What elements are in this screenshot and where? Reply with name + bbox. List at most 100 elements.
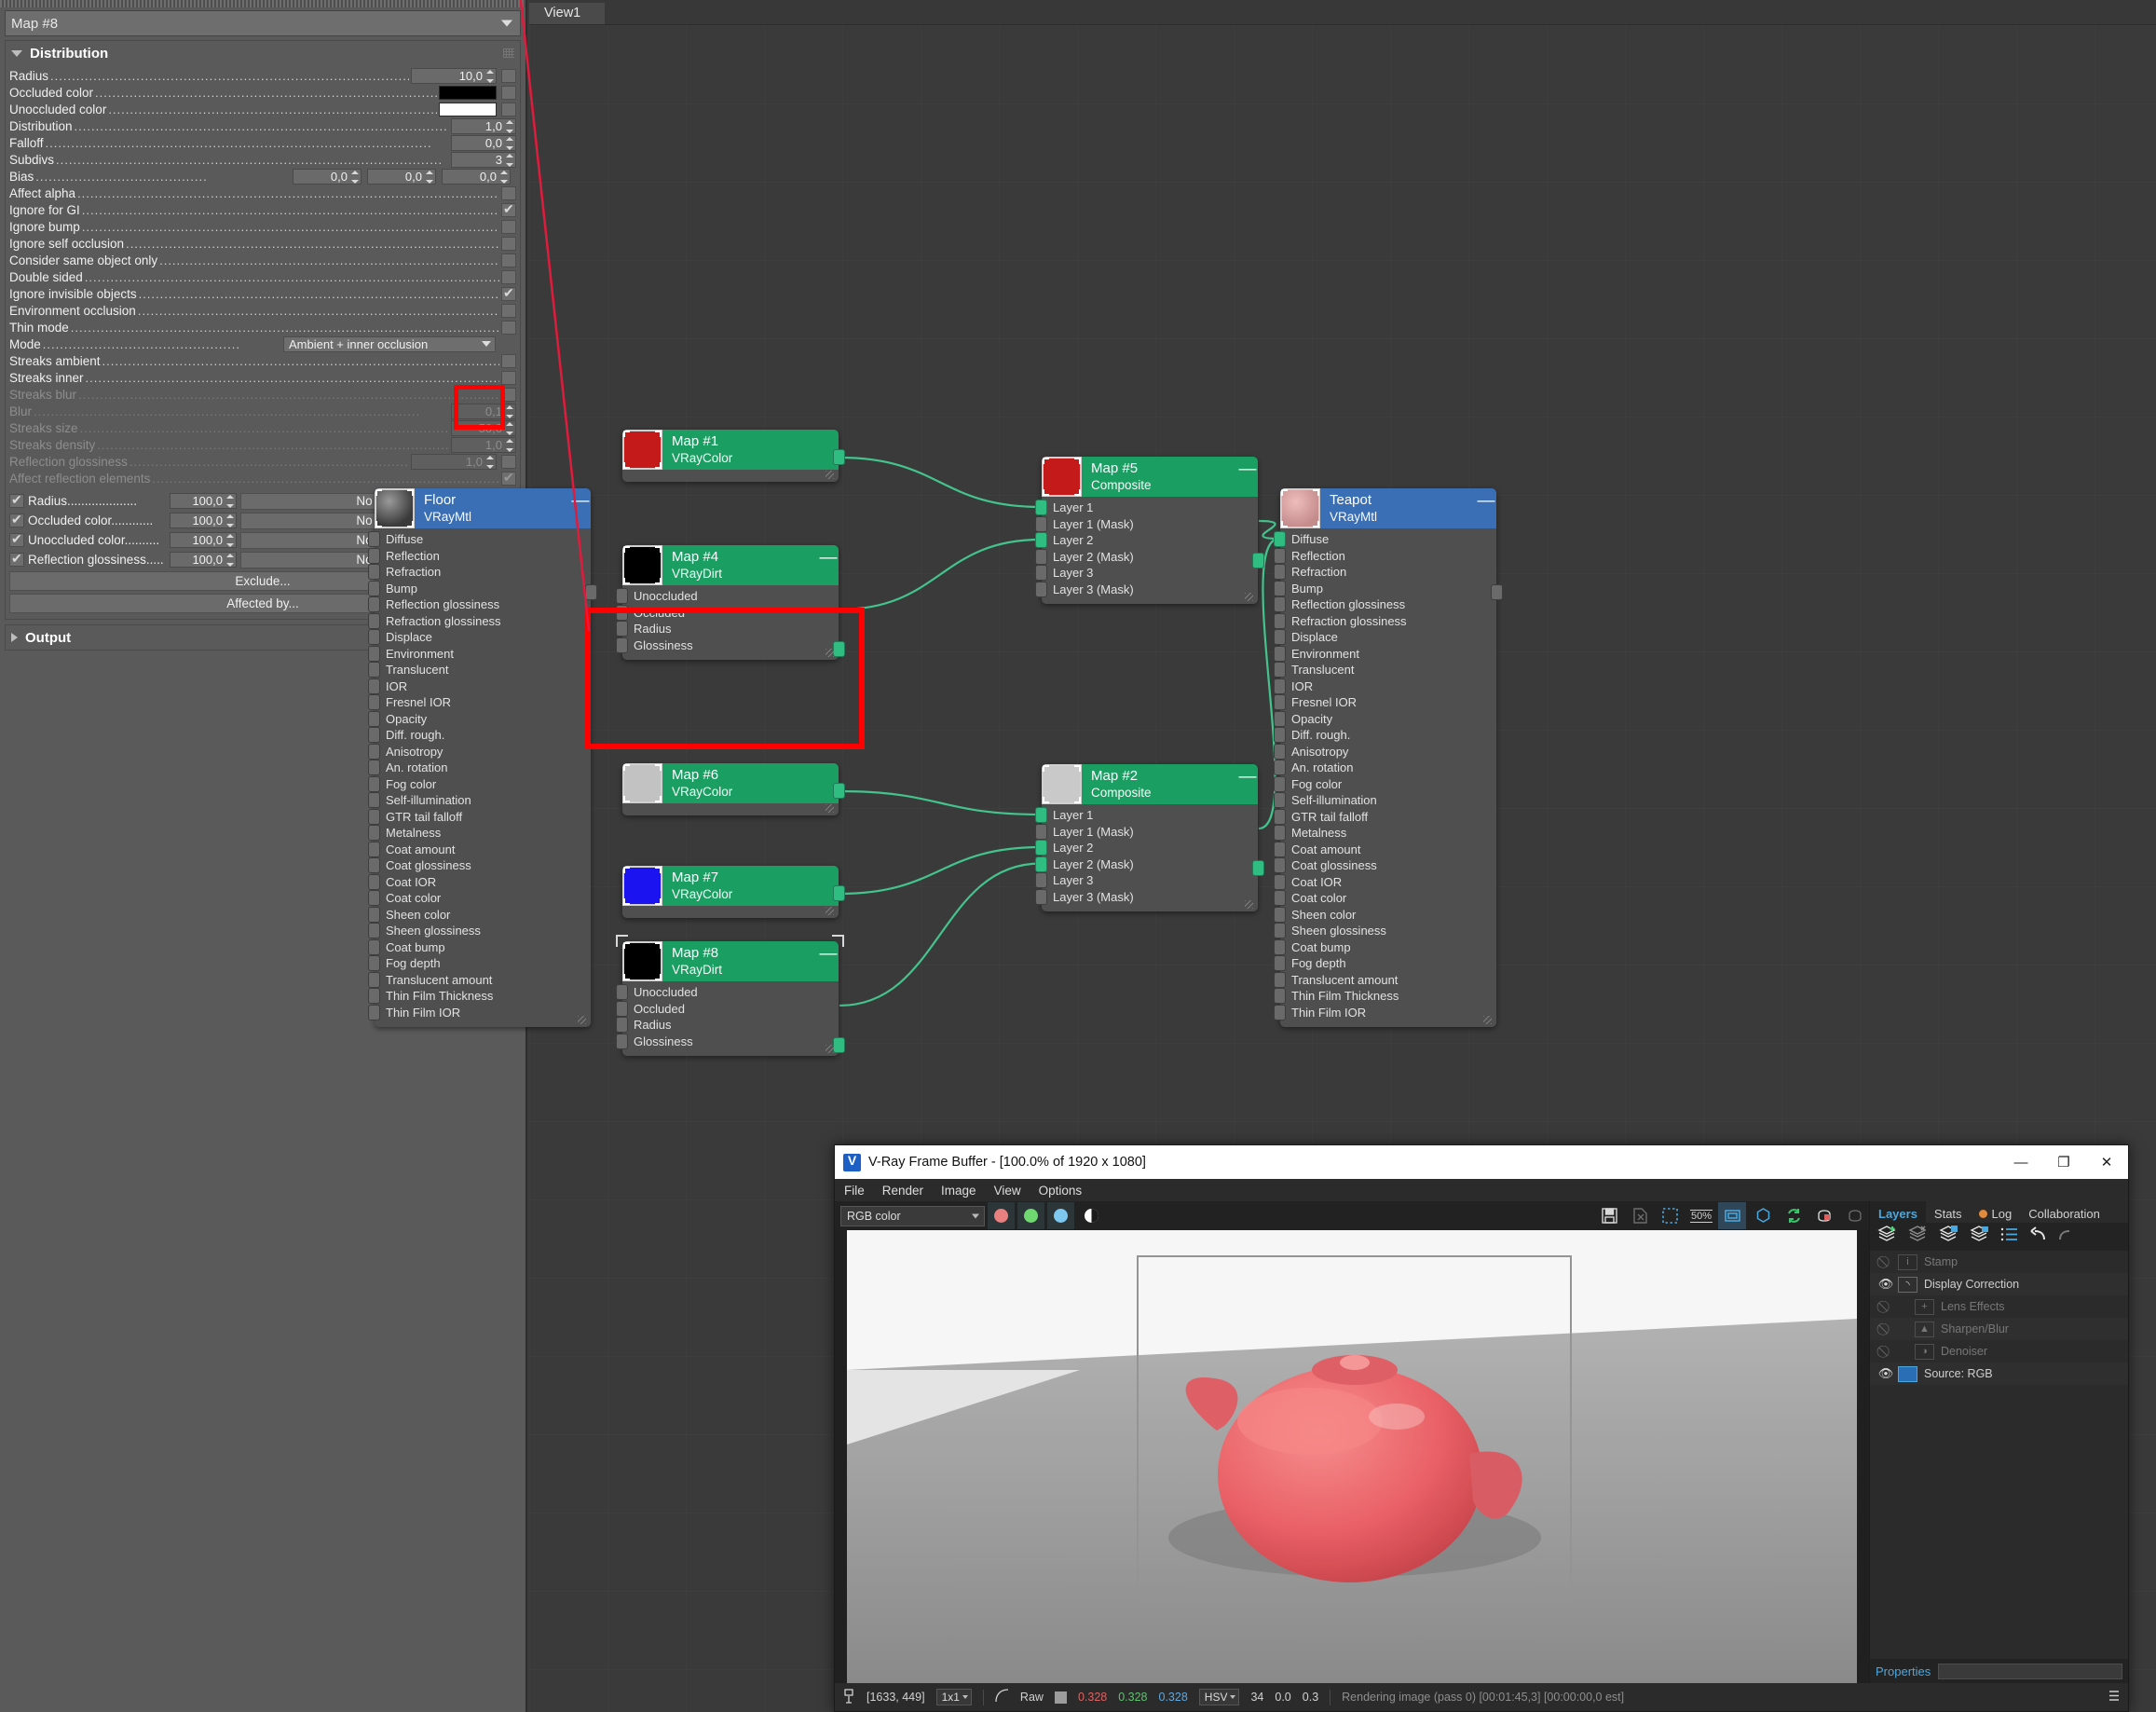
visibility-eye-icon[interactable]: ⃠ (1874, 1322, 1898, 1336)
clear-image-button[interactable] (1626, 1202, 1654, 1229)
node-slot[interactable]: Diff. rough. (375, 727, 591, 744)
node-input-socket[interactable] (368, 662, 380, 678)
node-resize-handle[interactable] (1245, 593, 1253, 601)
visibility-eye-icon[interactable]: ⃠ (1874, 1344, 1898, 1359)
spinner-field[interactable]: 100,0 (170, 552, 237, 568)
node-slot[interactable]: Coat IOR (1280, 874, 1496, 891)
save-image-button[interactable] (1595, 1202, 1623, 1229)
menu-file[interactable]: File (844, 1184, 865, 1198)
node-input-socket[interactable] (368, 792, 380, 808)
node-slot[interactable]: Anisotropy (375, 744, 591, 760)
node-map4[interactable]: Map #4 VRayDirt — Unoccluded Occluded Radius G… (616, 545, 845, 660)
node-input-socket[interactable] (368, 857, 380, 873)
layer-row[interactable]: ⃠ ▲ Sharpen/Blur (1870, 1318, 2128, 1340)
checkbox-affect-reflection-elements[interactable] (501, 470, 516, 486)
node-input-socket[interactable] (368, 1004, 380, 1020)
node-input-socket[interactable] (1274, 825, 1286, 841)
node-slot[interactable]: Thin Film Thickness (1280, 988, 1496, 1005)
node-input-socket[interactable] (368, 938, 380, 955)
spinner-field[interactable]: 1,0 (451, 117, 516, 134)
node-slot[interactable]: Unoccluded (622, 588, 839, 605)
add-layer-icon[interactable] (1877, 1226, 1898, 1248)
node-slot[interactable]: Layer 2 (Mask) (1042, 549, 1258, 566)
menu-options[interactable]: Options (1039, 1184, 1083, 1198)
node-input-socket[interactable] (368, 988, 380, 1004)
node-input-socket[interactable] (1274, 988, 1286, 1004)
channel-select[interactable]: RGB color (840, 1205, 985, 1226)
render-image-area[interactable] (835, 1230, 1869, 1683)
node-map2[interactable]: Map #2 Composite — Layer 1 Layer 1 (Mask) Lay… (1035, 764, 1264, 911)
node-input-socket[interactable] (1274, 906, 1286, 923)
undo-icon[interactable] (2029, 1226, 2047, 1247)
node-resize-handle[interactable] (826, 649, 834, 657)
vfb-tab-collaboration[interactable]: Collaboration (2020, 1201, 2108, 1223)
spinner-arrows-icon[interactable] (485, 69, 494, 83)
node-slot[interactable]: Coat IOR (375, 874, 591, 891)
layer-row[interactable]: ⃠i Stamp (1870, 1251, 2128, 1273)
node-slot[interactable]: Displace (1280, 629, 1496, 646)
node-resize-handle[interactable] (1245, 900, 1253, 909)
node-slot[interactable]: Reflection (1280, 548, 1496, 565)
minimize-button[interactable]: — (1999, 1145, 2042, 1179)
refresh-button[interactable] (1780, 1202, 1808, 1229)
node-slot[interactable]: Coat color (375, 890, 591, 907)
node-input-socket[interactable] (1274, 612, 1286, 629)
spinner-field[interactable]: 100,0 (170, 532, 237, 548)
spinner-arrows-icon[interactable] (225, 554, 234, 567)
node-input-socket[interactable] (368, 629, 380, 645)
node-slot[interactable]: Layer 1 (1042, 500, 1258, 516)
node-input-socket[interactable] (1274, 629, 1286, 645)
node-slot[interactable]: Sheen glossiness (1280, 923, 1496, 939)
node-slot[interactable]: Fresnel IOR (375, 694, 591, 711)
color-mode-select[interactable]: HSV (1198, 1689, 1240, 1705)
spinner-arrows-icon[interactable] (225, 514, 234, 527)
node-slot[interactable]: Sheen glossiness (375, 923, 591, 939)
layer-presets-icon[interactable] (2000, 1226, 2019, 1247)
checkbox-ignore-bump[interactable] (501, 219, 516, 234)
save-layers-icon[interactable] (1939, 1226, 1959, 1248)
node-header[interactable]: Teapot VRayMtl — (1280, 488, 1496, 528)
node-output-socket[interactable] (833, 885, 845, 901)
node-header[interactable]: Map #6 VRayColor (622, 763, 839, 803)
node-input-socket[interactable] (368, 923, 380, 938)
vfb-tab-stats[interactable]: Stats (1925, 1201, 1971, 1223)
node-slot[interactable]: Self-illumination (375, 792, 591, 809)
node-input-socket[interactable] (368, 612, 380, 629)
node-slot[interactable]: Fresnel IOR (1280, 694, 1496, 711)
node-slot[interactable]: Layer 2 (Mask) (1042, 856, 1258, 873)
node-input-socket[interactable] (616, 588, 628, 604)
node-output-socket[interactable] (1491, 584, 1503, 600)
checkbox-environment-occlusion[interactable] (501, 303, 516, 318)
node-output-socket[interactable] (833, 783, 845, 799)
node-collapse-button[interactable]: — (570, 488, 591, 528)
map-slot-button[interactable] (501, 68, 516, 83)
node-input-socket[interactable] (1274, 662, 1286, 678)
spinner-field[interactable]: 0,1 (451, 403, 516, 419)
node-slot[interactable]: Layer 1 (Mask) (1042, 824, 1258, 841)
layer-row[interactable]: 👁 Source: RGB (1870, 1363, 2128, 1385)
node-input-socket[interactable] (1274, 547, 1286, 564)
node-slot[interactable]: Opacity (375, 711, 591, 728)
node-slot[interactable]: Refraction (375, 564, 591, 581)
node-input-socket[interactable] (1274, 857, 1286, 873)
node-input-socket[interactable] (1274, 808, 1286, 825)
spinner-field[interactable]: 1,0 (451, 436, 516, 453)
node-map5[interactable]: Map #5 Composite — Layer 1 Layer 1 (Mask) Lay… (1035, 457, 1264, 604)
node-slot[interactable]: Glossiness (622, 637, 839, 654)
checkbox-ignore-for-gi[interactable] (501, 201, 516, 217)
properties-field[interactable] (1938, 1663, 2122, 1679)
render-stop-button[interactable] (1810, 1202, 1838, 1229)
node-map7[interactable]: Map #7 VRayColor (622, 866, 845, 918)
node-output-socket[interactable] (1252, 553, 1264, 568)
node-input-socket[interactable] (1274, 727, 1286, 743)
spinner-arrows-icon[interactable] (225, 534, 234, 547)
pixel-picker-icon[interactable] (842, 1688, 855, 1706)
node-input-socket[interactable] (616, 1000, 628, 1017)
node-slot[interactable]: Refraction (1280, 564, 1496, 581)
color-swatch[interactable] (439, 102, 497, 116)
node-input-socket[interactable] (1274, 531, 1286, 547)
map-selector-dropdown[interactable]: Map #8 (5, 10, 521, 36)
node-input-socket[interactable] (1035, 532, 1047, 548)
node-slot[interactable]: Refraction glossiness (1280, 613, 1496, 630)
node-slot[interactable]: Translucent amount (1280, 972, 1496, 989)
